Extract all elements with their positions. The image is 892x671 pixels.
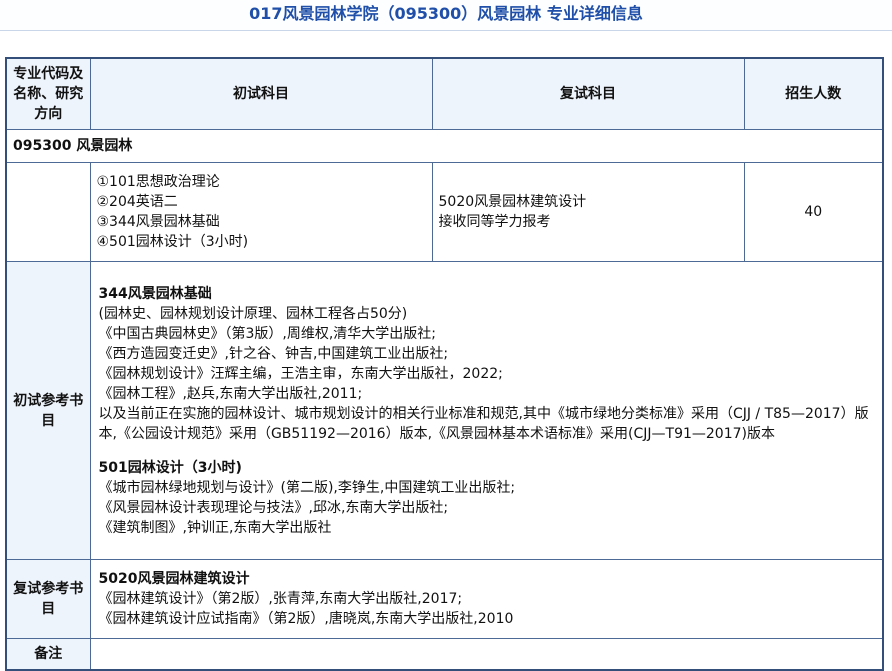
note-value [89,638,884,671]
table-header-row: 专业代码及名称、研究方向 初试科目 复试科目 招生人数 [5,57,884,130]
ref-block-title: 344风景园林基础 [98,285,212,302]
second-ref-row: 复试参考书目 5020风景园林建筑设计 《园林建筑设计》（第2版）,张青萍,东南… [5,559,884,639]
first-subjects-cell: ①101思想政治理论 ②204英语二 ③344风景园林基础 ④501园林设计（3… [89,162,433,262]
first-ref-row: 初试参考书目 344风景园林基础 (园林史、园林规划设计原理、园林工程各占50分… [5,261,884,560]
first-ref-label: 初试参考书目 [5,261,91,560]
second-ref-label: 复试参考书目 [5,559,91,639]
header-second-exam: 复试科目 [431,57,745,130]
header-first-exam: 初试科目 [89,57,433,130]
first-subject: ②204英语二 [96,194,178,210]
ref-block-title: 501园林设计（3小时) [98,459,242,476]
ref-line: 《中国古典园林史》（第3版）,周维权,清华大学出版社; [98,325,437,342]
direction-cell [5,162,91,262]
ref-line: 《园林建筑设计》（第2版）,张青萍,东南大学出版社,2017; [98,591,463,607]
note-row: 备注 [5,638,884,671]
major-name: 095300 风景园林 [5,129,884,163]
first-subject: ③344风景园林基础 [96,214,220,230]
ref-line: 《建筑制图》,钟训正,东南大学出版社 [98,519,332,536]
major-row: 095300 风景园林 [5,129,884,163]
ref-line: 《风景园林设计表现理论与技法》,邱冰,东南大学出版社; [98,499,449,516]
page-title: 017风景园林学院（095300）风景园林 专业详细信息 [0,0,892,31]
ref-gap [99,444,875,458]
major-detail-table-wrap: 专业代码及名称、研究方向 初试科目 复试科目 招生人数 095300 风景园林 … [5,57,884,671]
second-subject-note: 接收同等学力报考 [438,214,551,230]
first-subject: ①101思想政治理论 [96,174,220,190]
first-subject: ④501园林设计（3小时) [96,234,249,250]
first-ref-content: 344风景园林基础 (园林史、园林规划设计原理、园林工程各占50分) 《中国古典… [89,261,884,560]
enroll-count: 40 [743,162,884,262]
ref-block-title: 5020风景园林建筑设计 [98,571,250,587]
header-code: 专业代码及名称、研究方向 [5,57,91,130]
second-ref-content: 5020风景园林建筑设计 《园林建筑设计》（第2版）,张青萍,东南大学出版社,2… [89,559,884,639]
ref-line: 以及当前正在实施的园林设计、城市规划设计的相关行业标准和规范,其中《城市绿地分类… [98,405,869,442]
ref-line: 《园林规划设计》汪辉主编，王浩主审，东南大学出版社，2022; [98,365,503,382]
header-enroll: 招生人数 [743,57,884,130]
subjects-row: ①101思想政治理论 ②204英语二 ③344风景园林基础 ④501园林设计（3… [5,162,884,262]
ref-line: (园林史、园林规划设计原理、园林工程各占50分) [98,305,408,322]
ref-line: 《园林建筑设计应试指南》（第2版）,唐晓岚,东南大学出版社,2010 [98,611,514,627]
ref-line: 《城市园林绿地规划与设计》(第二版),李铮生,中国建筑工业出版社; [98,479,516,496]
ref-line: 《园林工程》,赵兵,东南大学出版社,2011; [98,385,363,402]
second-subjects-cell: 5020风景园林建筑设计 接收同等学力报考 [431,162,745,262]
second-subject: 5020风景园林建筑设计 [438,194,587,210]
ref-line: 《西方造园变迁史》,针之谷、钟吉,中国建筑工业出版社; [98,345,449,362]
note-label: 备注 [5,638,91,671]
major-detail-table: 专业代码及名称、研究方向 初试科目 复试科目 招生人数 095300 风景园林 … [5,57,884,671]
